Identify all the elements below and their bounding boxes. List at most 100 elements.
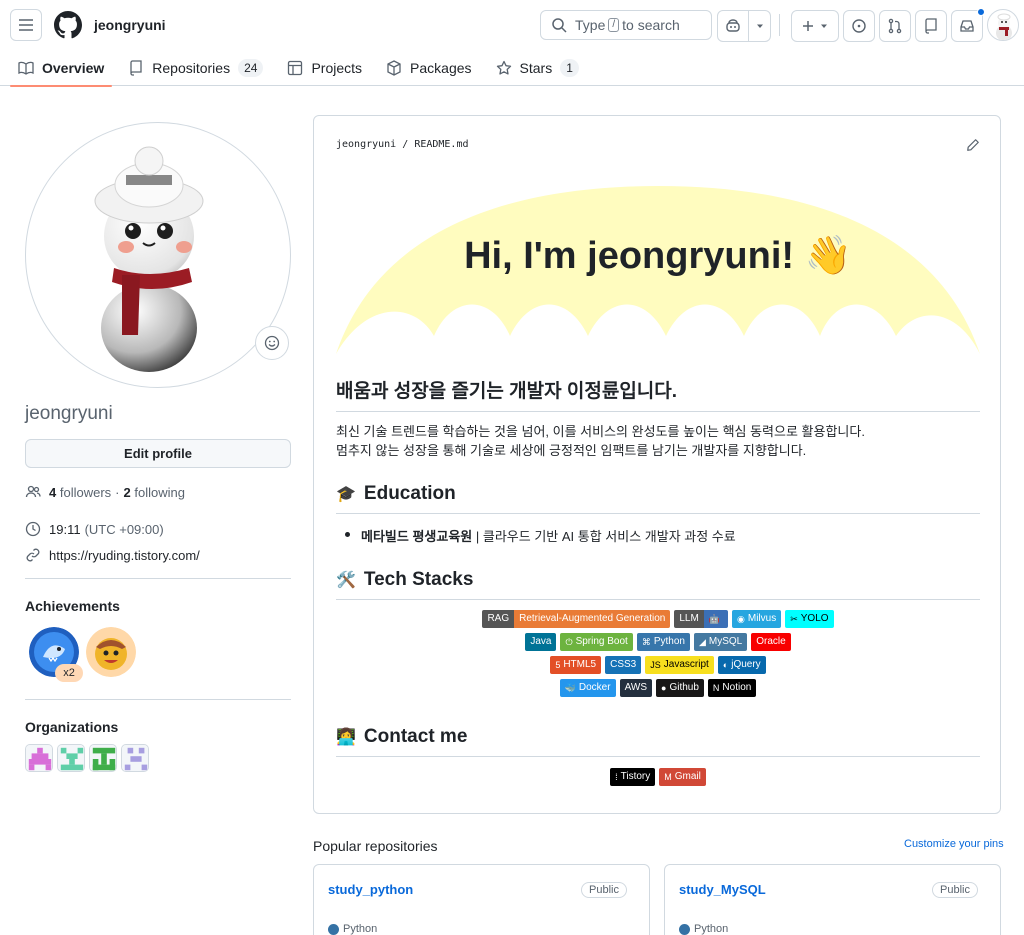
education-course: | 클라우드 기반 AI 통합 서비스 개발자 과정 수료 bbox=[472, 529, 736, 544]
badge-message: Oracle bbox=[751, 633, 791, 651]
hamburger-menu-button[interactable] bbox=[10, 9, 42, 41]
organization-avatar-2[interactable] bbox=[57, 744, 85, 772]
edit-profile-button[interactable]: Edit profile bbox=[25, 439, 291, 468]
repo-name-link[interactable]: study_MySQL bbox=[679, 882, 766, 897]
badge-llm[interactable]: LLM 🤖 bbox=[674, 610, 728, 628]
badge-message: ◢ MySQL bbox=[693, 633, 748, 651]
repo-name-link[interactable]: study_python bbox=[328, 882, 413, 897]
tab-packages[interactable]: Packages bbox=[378, 50, 479, 86]
copilot-button[interactable] bbox=[717, 10, 749, 42]
clock-icon bbox=[25, 521, 41, 537]
set-status-button[interactable] bbox=[255, 326, 289, 360]
badge-spring-boot[interactable]: ⏻ Spring Boot bbox=[560, 633, 633, 651]
following-link[interactable]: 2 following bbox=[124, 485, 185, 500]
user-avatar-button[interactable] bbox=[987, 9, 1019, 41]
popular-repositories-heading: Popular repositories bbox=[313, 838, 438, 854]
badge-logo-icon: N bbox=[712, 683, 720, 693]
badge-gmail[interactable]: M Gmail bbox=[659, 768, 706, 786]
badge-jquery[interactable]: ◐ jQuery bbox=[717, 656, 766, 674]
badge-logo-icon: ⏻ bbox=[565, 637, 573, 647]
followers-separator: · bbox=[115, 484, 120, 500]
badge-notion[interactable]: N Notion bbox=[707, 679, 757, 697]
readme-heading-education: 🎓 Education bbox=[336, 483, 980, 514]
badge-javascript[interactable]: JS Javascript bbox=[645, 656, 714, 674]
badge-tistory[interactable]: ⁞ Tistory bbox=[610, 768, 656, 786]
tab-overview[interactable]: Overview bbox=[10, 50, 113, 87]
organization-avatar-1[interactable] bbox=[25, 744, 53, 772]
badge-python[interactable]: ⌘ Python bbox=[636, 633, 690, 651]
create-new-button[interactable] bbox=[791, 10, 839, 42]
achievement-yolo[interactable] bbox=[86, 627, 136, 677]
badge-message: AWS bbox=[619, 679, 652, 697]
copilot-icon bbox=[726, 19, 740, 32]
readme-path: jeongryuni / README.md bbox=[336, 139, 469, 150]
issues-button[interactable] bbox=[843, 10, 875, 42]
tab-projects[interactable]: Projects bbox=[279, 50, 370, 86]
header-username[interactable]: jeongryuni bbox=[94, 17, 166, 33]
notifications-button[interactable] bbox=[951, 8, 985, 42]
badge-github[interactable]: ● Github bbox=[656, 679, 704, 697]
badge-row-1: RAG Retrieval-Augmented Generation LLM 🤖 ◉ Mi… bbox=[336, 610, 980, 628]
badge-java[interactable]: Java bbox=[525, 633, 557, 651]
search-icon bbox=[552, 18, 567, 33]
badge-css3[interactable]: CSS3 bbox=[605, 656, 642, 674]
badge-text: Notion bbox=[722, 682, 752, 693]
tab-projects-label: Projects bbox=[311, 60, 363, 76]
repositories-button[interactable] bbox=[915, 10, 947, 42]
badge-label: RAG bbox=[482, 610, 515, 628]
badge-milvus[interactable]: ◉ Milvus bbox=[732, 610, 782, 628]
badge-oracle[interactable]: Oracle bbox=[751, 633, 791, 651]
badge-message: ✂ YOLO bbox=[785, 610, 834, 628]
badge-yolo[interactable]: ✂ YOLO bbox=[785, 610, 834, 628]
badge-html5[interactable]: 5 HTML5 bbox=[550, 656, 602, 674]
badge-logo-icon: ◉ bbox=[737, 614, 745, 624]
customize-pins-link[interactable]: Customize your pins bbox=[904, 838, 1004, 850]
education-title: Education bbox=[363, 483, 456, 504]
tab-stars[interactable]: Stars 1 bbox=[488, 50, 587, 86]
badge-text: Tistory bbox=[620, 771, 651, 782]
pull-requests-button[interactable] bbox=[879, 10, 911, 42]
badge-mysql[interactable]: ◢ MySQL bbox=[693, 633, 748, 651]
github-logo-icon[interactable] bbox=[54, 11, 82, 39]
badge-logo-icon: M bbox=[664, 772, 672, 782]
organization-avatar-3[interactable] bbox=[89, 744, 117, 772]
avatar-snowman-icon bbox=[996, 13, 1012, 40]
readme-path-file: README.md bbox=[414, 139, 469, 150]
search-input[interactable]: Type / to search bbox=[540, 10, 712, 40]
readme-path-user[interactable]: jeongryuni bbox=[336, 139, 396, 150]
yolo-badge-icon bbox=[86, 627, 136, 677]
education-school: 메타빌드 평생교육원 bbox=[361, 529, 473, 544]
graduation-cap-icon: 🎓 bbox=[336, 486, 356, 503]
readme-intro-line-1: 최신 기술 트렌드를 학습하는 것을 넘어, 이를 서비스의 완성도를 높이는 … bbox=[336, 424, 865, 439]
achievement-multiplier: x2 bbox=[55, 664, 83, 682]
followers-link[interactable]: 4 followers bbox=[49, 485, 111, 500]
pencil-icon[interactable] bbox=[966, 138, 980, 152]
snowman-avatar-image bbox=[94, 146, 204, 372]
repo-icon bbox=[925, 18, 937, 34]
issue-opened-icon bbox=[852, 19, 866, 33]
following-label: following bbox=[134, 484, 185, 500]
tab-repositories[interactable]: Repositories 24 bbox=[120, 50, 271, 86]
copilot-dropdown-button[interactable] bbox=[749, 10, 771, 42]
achievements-heading[interactable]: Achievements bbox=[25, 598, 120, 614]
badge-text: Docker bbox=[578, 682, 611, 693]
followers-count: 4 bbox=[49, 484, 57, 500]
organization-avatar-4[interactable] bbox=[121, 744, 149, 772]
stars-count: 1 bbox=[560, 59, 579, 77]
badge-logo-icon: ● bbox=[661, 683, 667, 693]
sidebar-divider bbox=[25, 578, 291, 579]
triangle-down-icon bbox=[756, 24, 763, 28]
search-shortcut-key: / bbox=[608, 18, 620, 32]
badge-retrieval-augmented-generation[interactable]: RAG Retrieval-Augmented Generation bbox=[482, 610, 671, 628]
badge-docker[interactable]: 🐳 Docker bbox=[559, 679, 616, 697]
readme-path-separator: / bbox=[402, 139, 409, 150]
badge-text: Oracle bbox=[756, 636, 786, 647]
profile-avatar[interactable] bbox=[25, 122, 291, 388]
badge-aws[interactable]: AWS bbox=[619, 679, 652, 697]
org-identicon-icon bbox=[90, 745, 116, 771]
badge-text: Retrieval-Augmented Generation bbox=[519, 613, 666, 624]
education-item: 메타빌드 평생교육원 | 클라우드 기반 AI 통합 서비스 개발자 과정 수료 bbox=[345, 526, 736, 545]
triangle-down-icon bbox=[821, 24, 827, 28]
website-link[interactable]: https://ryuding.tistory.com/ bbox=[49, 548, 200, 563]
badge-text: AWS bbox=[624, 682, 647, 693]
